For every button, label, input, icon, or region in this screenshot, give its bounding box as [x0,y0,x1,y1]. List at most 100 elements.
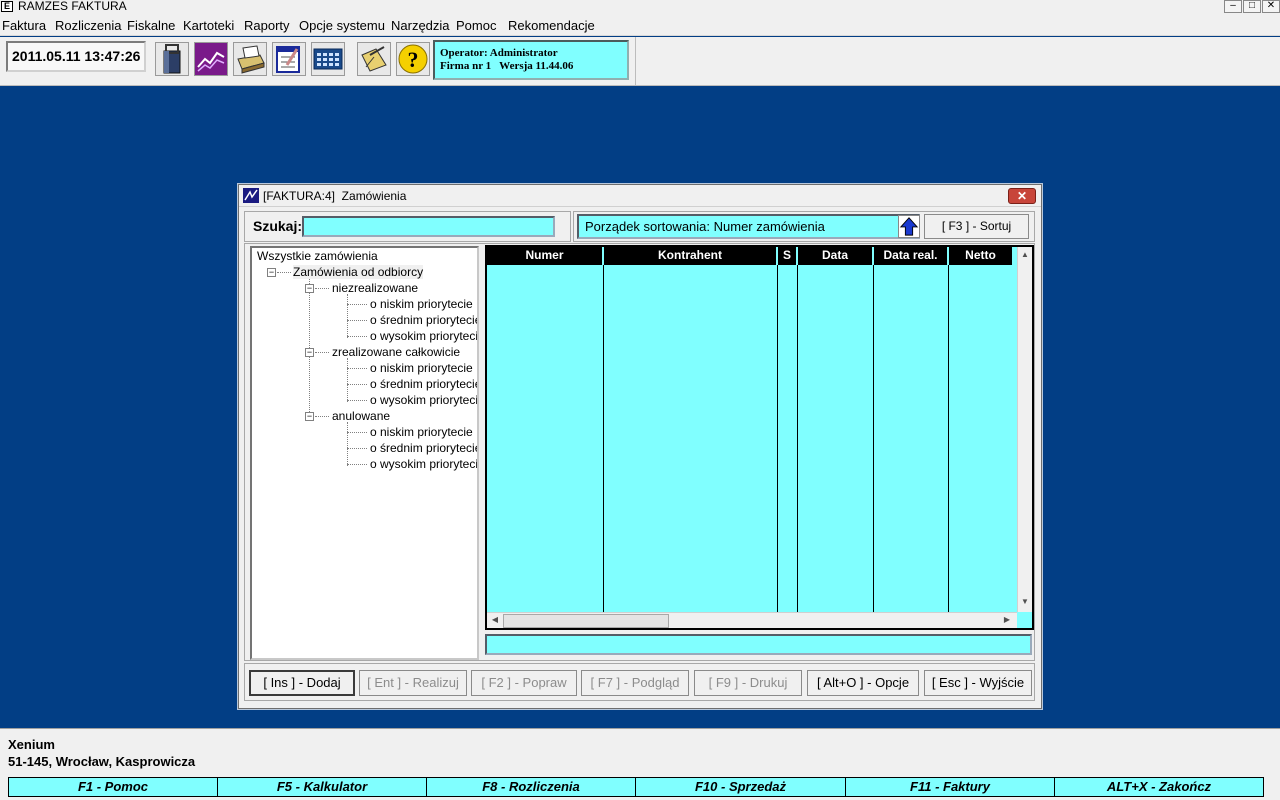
realize-button[interactable]: [ Ent ] - Realizuj [359,670,467,696]
sort-direction-button[interactable] [898,215,920,238]
tree-leaf[interactable]: o wysokim priorytecie [370,329,477,343]
preview-button[interactable]: [ F7 ] - Podgląd [581,670,689,696]
tree-toggle-icon[interactable]: − [305,348,314,357]
tree-connector [347,400,367,401]
menu-narzedzia[interactable]: Narzędzia [391,18,450,33]
column-header-data-real[interactable]: Data real. [874,247,947,265]
dialog-close-button[interactable]: ✕ [1008,188,1036,204]
firm-line: Firma nr 1 Wersja 11.44.06 [440,60,574,72]
options-button[interactable]: [ Alt+O ] - Opcje [807,670,919,696]
tree-leaf[interactable]: o średnim priorytecie [370,377,477,391]
operator-info: Operator: Administrator Firma nr 1 Wersj… [433,40,629,80]
minimize-button[interactable]: – [1224,0,1242,13]
tree-toggle-icon[interactable]: − [305,284,314,293]
company-info: Xenium 51-145, Wrocław, Kasprowicza [0,728,1280,776]
scroll-right-icon[interactable]: ▶ [1000,613,1014,627]
help-button[interactable]: ? [396,42,430,76]
menu-raporty[interactable]: Raporty [244,18,290,33]
column-header-data[interactable]: Data [798,247,872,265]
column-header-numer[interactable]: Numer [487,247,602,265]
bag-icon [163,44,181,74]
chart-button[interactable] [194,42,228,76]
sort-button[interactable]: [ F3 ] - Sortuj [924,214,1029,239]
scroll-left-icon[interactable]: ◀ [488,613,502,627]
fkey-sales[interactable]: F10 - Sprzedaż [635,777,846,797]
tree-node-zamowienia-od-odbiorcy[interactable]: Zamówienia od odbiorcy [293,265,424,279]
tree-connector [347,384,367,385]
tree-connector [347,294,348,338]
tree-leaf[interactable]: o niskim priorytecie [370,425,473,439]
column-header-s[interactable]: S [778,247,796,265]
orders-dialog: [FAKTURA:4] Zamówienia ✕ Szukaj: Porząde… [238,184,1042,709]
printer-button[interactable] [233,42,267,76]
menu-bar: Faktura Rozliczenia Fiskalne Kartoteki R… [0,14,1280,36]
fkey-calculator[interactable]: F5 - Kalkulator [217,777,427,797]
sort-order-display: Porządek sortowania: Numer zamówienia [577,214,920,239]
tree-connector [315,416,329,417]
tree-leaf[interactable]: o niskim priorytecie [370,297,473,311]
tree-root[interactable]: Wszystkie zamówienia [257,249,378,263]
app-icon: E [1,1,13,12]
tree-leaf[interactable]: o wysokim priorytecie [370,393,477,407]
toolbar: 2011.05.11 13:47:26 ? Operator: Administ… [0,37,636,86]
menu-kartoteki[interactable]: Kartoteki [183,18,234,33]
tree-leaf[interactable]: o wysokim priorytecie [370,457,477,471]
tree-leaf[interactable]: o średnim priorytecie [370,313,477,327]
notebook-icon [361,46,387,72]
dialog-title: [FAKTURA:4] Zamówienia [263,189,407,203]
fkey-exit[interactable]: ALT+X - Zakończ [1054,777,1264,797]
close-window-button[interactable]: ✕ [1262,0,1280,13]
fkey-invoices[interactable]: F11 - Faktury [845,777,1055,797]
fkey-help[interactable]: F1 - Pomoc [8,777,218,797]
exit-button[interactable]: [ Esc ] - Wyjście [924,670,1032,696]
tree-leaf[interactable]: o średnim priorytecie [370,441,477,455]
menu-rozliczenia[interactable]: Rozliczenia [55,18,121,33]
orders-table[interactable]: Numer Kontrahent S Data Data real. Netto… [485,245,1034,630]
menu-fiskalne[interactable]: Fiskalne [127,18,175,33]
vertical-scrollbar[interactable]: ▲ ▼ [1017,247,1032,612]
search-input[interactable] [302,216,555,237]
menu-faktura[interactable]: Faktura [2,18,46,33]
tree-toggle-icon[interactable]: − [267,268,276,277]
tree-connector [347,422,348,466]
app-title-bar: E RAMZES FAKTURA – □ ✕ [0,0,1280,14]
tree-connector [277,272,291,273]
tree-node-group[interactable]: anulowane [332,409,390,423]
menu-rekomendacje[interactable]: Rekomendacje [508,18,595,33]
column-divider [797,265,798,612]
tree-connector [347,320,367,321]
app-title: RAMZES FAKTURA [18,0,127,13]
maximize-button[interactable]: □ [1243,0,1261,13]
fkey-settlements[interactable]: F8 - Rozliczenia [426,777,636,797]
horizontal-scrollbar[interactable]: ◀ ▶ [487,612,1017,628]
scroll-down-icon[interactable]: ▼ [1018,595,1032,609]
scroll-up-icon[interactable]: ▲ [1018,248,1032,262]
bag-button[interactable] [155,42,189,76]
tree-connector [347,368,367,369]
column-divider [777,265,778,612]
tree-node-group[interactable]: zrealizowane całkowicie [332,345,460,359]
menu-opcje-systemu[interactable]: Opcje systemu [299,18,385,33]
print-button[interactable]: [ F9 ] - Drukuj [694,670,802,696]
checklist-button[interactable] [272,42,306,76]
tree-node-group[interactable]: niezrealizowane [332,281,418,295]
menu-pomoc[interactable]: Pomoc [456,18,496,33]
chart-icon [195,43,227,75]
detail-line [485,634,1032,655]
tree-leaf[interactable]: o niskim priorytecie [370,361,473,375]
arrow-up-icon [899,217,919,236]
column-header-kontrahent[interactable]: Kontrahent [604,247,776,265]
dialog-icon [243,188,259,203]
scroll-thumb[interactable] [503,614,669,628]
add-button[interactable]: [ Ins ] - Dodaj [249,670,355,696]
orders-tree: Wszystkie zamówienia − Zamówienia od odb… [250,246,479,660]
notebook-button[interactable] [357,42,391,76]
datetime-display: 2011.05.11 13:47:26 [6,41,146,72]
edit-button[interactable]: [ F2 ] - Popraw [471,670,577,696]
calculator-button[interactable] [311,42,345,76]
company-name: Xenium [8,737,55,752]
column-header-netto[interactable]: Netto [949,247,1012,265]
tree-toggle-icon[interactable]: − [305,412,314,421]
search-label: Szukaj: [253,218,303,234]
tree-connector [347,464,367,465]
